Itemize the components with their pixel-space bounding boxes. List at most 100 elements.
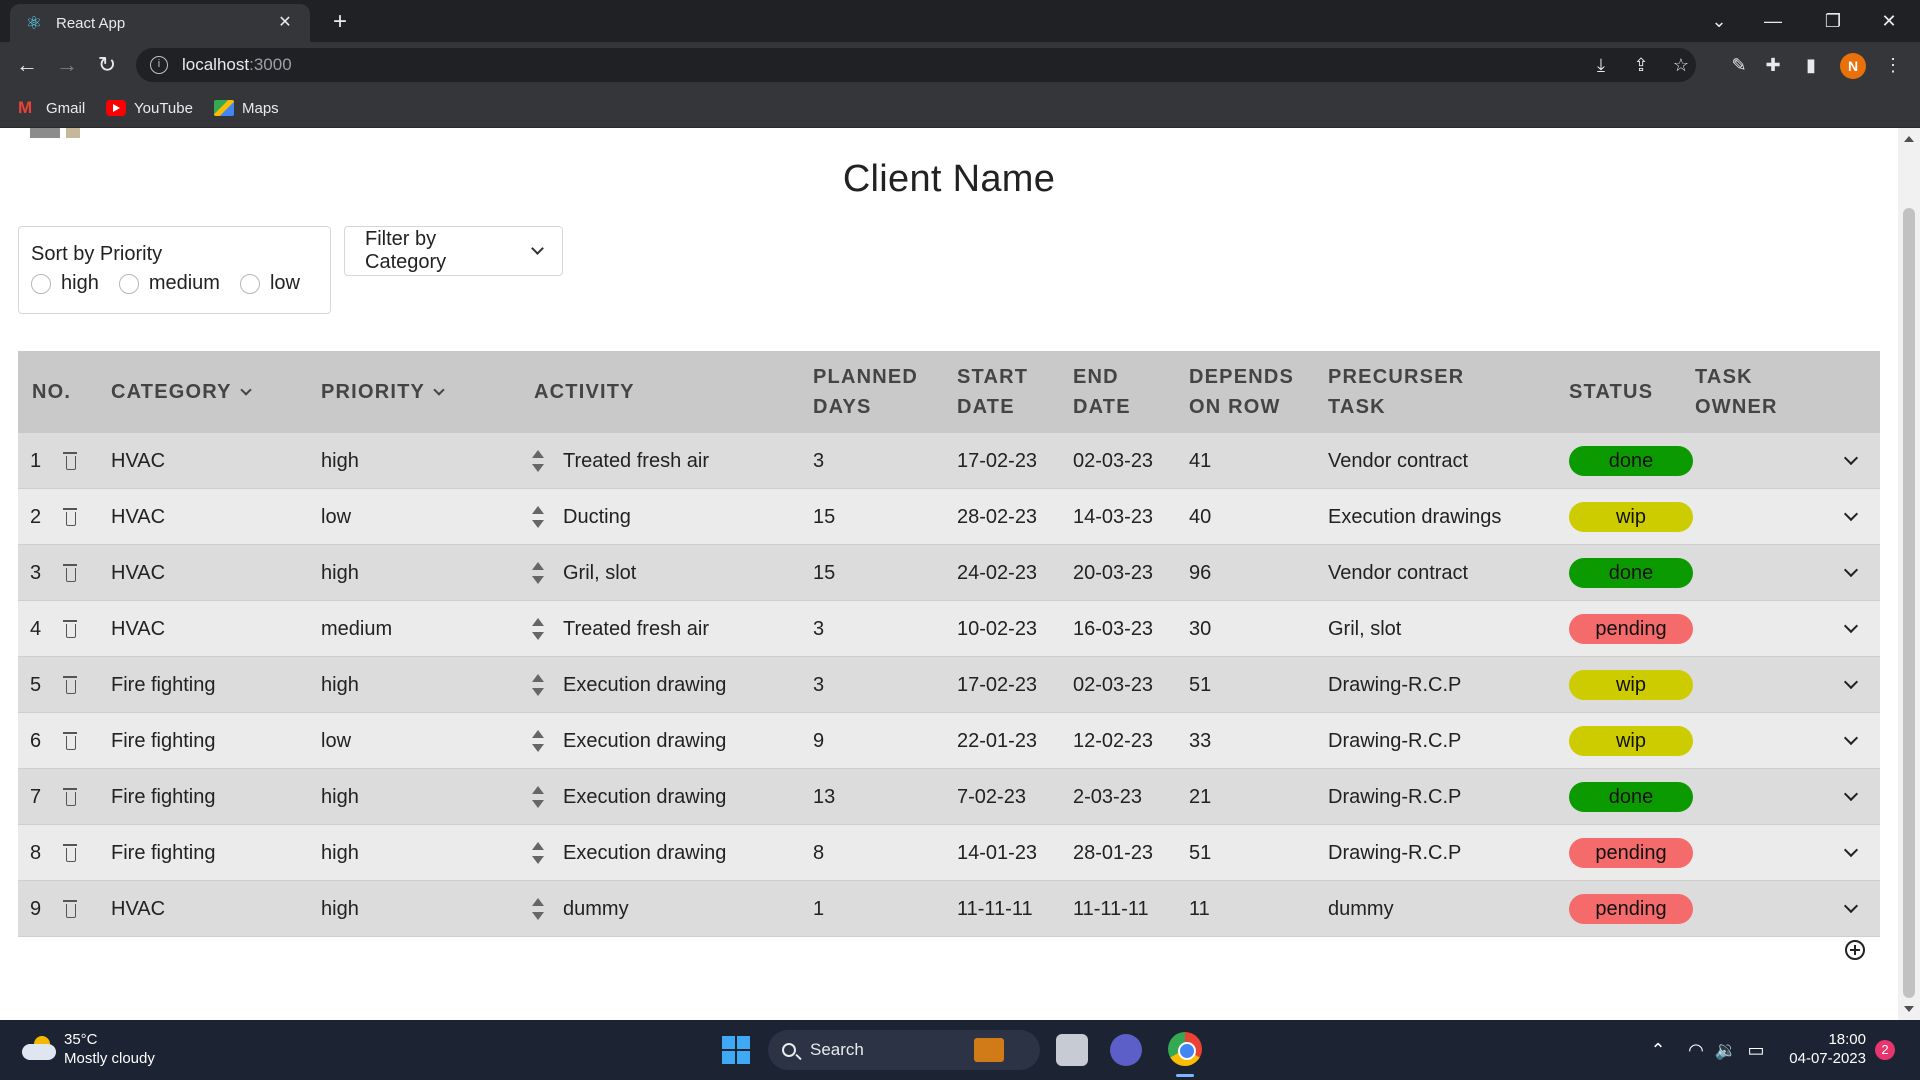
windows-start-icon[interactable] — [722, 1036, 750, 1064]
extensions-icon[interactable]: ✚ — [1758, 50, 1788, 80]
cell-start-date: 17-02-23 — [957, 449, 1038, 472]
header-category[interactable]: CATEGORY — [111, 351, 252, 433]
delete-row-button[interactable] — [63, 769, 77, 825]
menu-icon[interactable]: ⋮ — [1878, 50, 1908, 80]
cell-depends-on-row: 30 — [1189, 617, 1212, 640]
status-badge[interactable]: done — [1569, 446, 1693, 476]
drag-reorder-handle[interactable] — [532, 769, 544, 825]
scrollbar-thumb[interactable] — [1903, 208, 1915, 998]
delete-row-button[interactable] — [63, 433, 77, 489]
search-icon — [782, 1043, 796, 1057]
chevron-down-icon[interactable] — [240, 384, 252, 396]
cell-precursor-task: Drawing-R.C.P — [1328, 785, 1462, 808]
status-badge[interactable]: pending — [1569, 838, 1693, 868]
delete-row-button[interactable] — [63, 489, 77, 545]
page-content: Client Name Sort by Priority high medium… — [0, 128, 1898, 1020]
status-badge[interactable]: wip — [1569, 726, 1693, 756]
bookmark-star-icon[interactable]: ☆ — [1666, 50, 1696, 80]
status-badge[interactable]: pending — [1569, 894, 1693, 924]
drag-reorder-handle[interactable] — [532, 545, 544, 601]
table-row: 1 HVAC high Treated fresh air 3 17-02-23 02-03… — [18, 433, 1880, 489]
new-tab-button[interactable]: + — [326, 8, 354, 36]
radio-high[interactable]: high — [31, 272, 99, 295]
install-app-icon[interactable]: ⤓ — [1586, 50, 1616, 80]
status-badge[interactable]: wip — [1569, 502, 1693, 532]
close-window-button[interactable]: ✕ — [1866, 6, 1912, 36]
chevron-down-icon — [531, 242, 544, 255]
header-priority[interactable]: PRIORITY — [321, 351, 445, 433]
notification-badge[interactable]: 2 — [1875, 1040, 1895, 1060]
back-icon[interactable]: ← — [12, 50, 42, 80]
drag-reorder-handle[interactable] — [532, 601, 544, 657]
cell-category: Fire fighting — [111, 729, 216, 752]
forward-icon[interactable]: → — [52, 50, 82, 80]
tab-search-icon[interactable]: ⌄ — [1696, 6, 1742, 36]
status-badge[interactable]: pending — [1569, 614, 1693, 644]
radio-medium[interactable]: medium — [118, 272, 220, 295]
profile-avatar[interactable]: N — [1840, 53, 1866, 79]
drag-reorder-handle[interactable] — [532, 489, 544, 545]
scroll-up-icon[interactable] — [1904, 136, 1914, 142]
filter-by-category-dropdown[interactable]: Filter by Category — [344, 226, 563, 276]
cell-activity: Execution drawing — [563, 785, 727, 808]
taskbar-search[interactable]: Search — [768, 1030, 1040, 1070]
bookmark-youtube[interactable]: YouTube — [106, 97, 193, 119]
delete-row-button[interactable] — [63, 713, 77, 769]
page-scrollbar[interactable] — [1898, 128, 1920, 1020]
radio-circle-icon[interactable] — [239, 273, 260, 294]
share-icon[interactable]: ⇪ — [1626, 50, 1656, 80]
add-row-icon[interactable] — [1845, 940, 1865, 960]
cell-start-date: 10-02-23 — [957, 617, 1038, 640]
drag-reorder-handle[interactable] — [532, 881, 544, 937]
cell-no: 9 — [30, 897, 42, 920]
delete-row-button[interactable] — [63, 881, 77, 937]
chevron-down-icon[interactable] — [433, 384, 445, 396]
restore-button[interactable]: ❐ — [1810, 6, 1856, 36]
bookmark-gmail[interactable]: M Gmail — [18, 97, 85, 119]
reload-icon[interactable]: ↻ — [92, 50, 122, 80]
delete-row-button[interactable] — [63, 545, 77, 601]
radio-circle-icon[interactable] — [31, 273, 51, 294]
cell-no: 2 — [30, 505, 42, 528]
bookmark-maps[interactable]: Maps — [214, 97, 279, 119]
cell-precursor-task: Drawing-R.C.P — [1328, 729, 1462, 752]
status-badge[interactable]: done — [1569, 782, 1693, 812]
battery-icon[interactable]: ▭ — [1744, 1038, 1768, 1062]
clock[interactable]: 18:00 04-07-2023 — [1786, 1030, 1866, 1068]
drag-reorder-handle[interactable] — [532, 433, 544, 489]
scroll-down-icon[interactable] — [1904, 1006, 1914, 1012]
delete-row-button[interactable] — [63, 825, 77, 881]
side-panel-icon[interactable]: ▮ — [1796, 50, 1826, 80]
table-row: 7 Fire fighting high Execution drawing 13 7-0… — [18, 769, 1880, 825]
status-cell: done — [1569, 545, 1693, 601]
browser-tab[interactable]: ⚛ React App ✕ — [10, 4, 310, 42]
file-explorer-icon[interactable] — [1056, 1034, 1088, 1066]
minimize-button[interactable]: — — [1750, 6, 1796, 36]
weather-widget[interactable]: 35°C Mostly cloudy — [64, 1030, 155, 1068]
site-info-icon[interactable]: i — [150, 56, 168, 74]
delete-row-button[interactable] — [63, 601, 77, 657]
cell-no: 4 — [30, 617, 42, 640]
wifi-icon[interactable]: ◠ — [1684, 1038, 1708, 1062]
radio-circle-icon[interactable] — [118, 273, 139, 294]
cell-end-date: 12-02-23 — [1073, 729, 1154, 752]
weather-cloud-icon[interactable] — [22, 1036, 56, 1062]
status-badge[interactable]: done — [1569, 558, 1693, 588]
drag-reorder-handle[interactable] — [532, 713, 544, 769]
teams-chat-icon[interactable] — [1110, 1034, 1142, 1066]
address-bar[interactable]: i localhost:3000 — [136, 48, 1696, 82]
chevron-up-icon[interactable]: ⌃ — [1648, 1038, 1668, 1062]
close-tab-icon[interactable]: ✕ — [274, 12, 296, 34]
delete-row-button[interactable] — [63, 657, 77, 713]
chrome-taskbar-icon[interactable] — [1168, 1032, 1202, 1066]
status-cell: pending — [1569, 825, 1693, 881]
bookmark-label: Gmail — [46, 99, 86, 117]
drag-reorder-handle[interactable] — [532, 825, 544, 881]
cell-precursor-task: Gril, slot — [1328, 617, 1402, 640]
radio-low[interactable]: low — [239, 272, 300, 295]
status-badge[interactable]: wip — [1569, 670, 1693, 700]
volume-icon[interactable]: 🔉 — [1714, 1038, 1738, 1062]
drag-reorder-handle[interactable] — [532, 657, 544, 713]
extension-pen-icon[interactable]: ✎ — [1724, 50, 1754, 80]
cell-priority: medium — [321, 617, 393, 640]
